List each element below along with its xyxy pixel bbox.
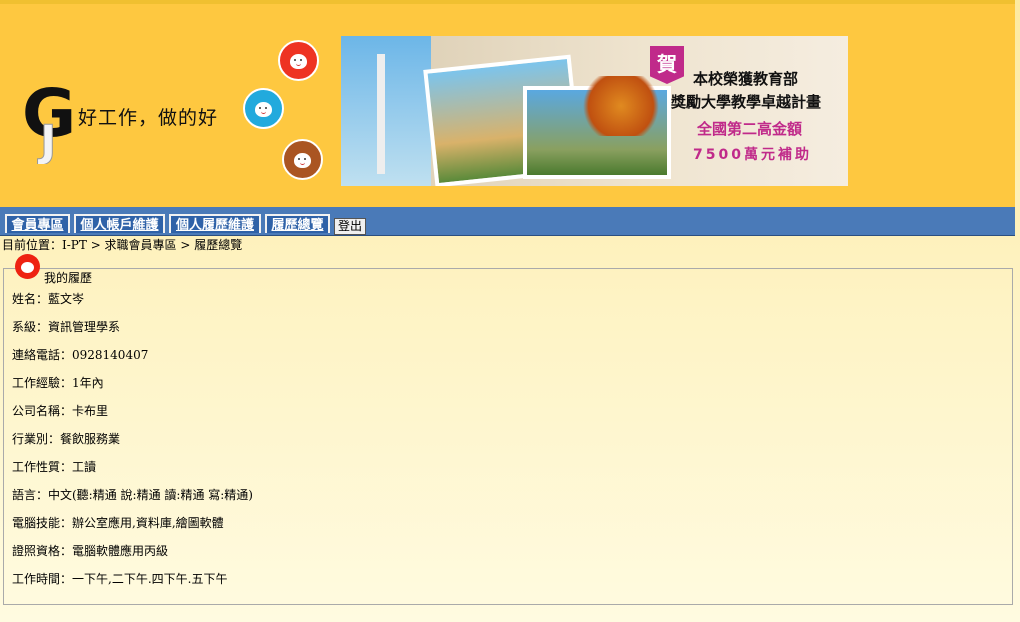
resume-field-job-type: 工作性質：工讀 xyxy=(12,460,97,474)
banner-badge: 賀 xyxy=(650,46,684,84)
resume-field-company: 公司名稱：卡布里 xyxy=(12,404,109,418)
site-logo: G J xyxy=(22,75,76,164)
banner-photo-tower xyxy=(377,54,385,174)
resume-field-work-time: 工作時間：一下午,二下午.四下午.五下午 xyxy=(12,572,228,586)
site-header: G J 好工作，做的好 賀 本校榮獲教育部 獎勵大學教學卓越計畫 全國第二高金額… xyxy=(0,0,1015,207)
resume-field-experience: 工作經驗：1年內 xyxy=(12,376,104,390)
resume-field-industry: 行業別：餐飲服務業 xyxy=(12,432,121,446)
banner-line4: 7500萬元補助 xyxy=(693,147,812,163)
nav-tab-resume-edit[interactable]: 個人履歷維護 xyxy=(169,214,261,233)
nav-tab-resume-overview[interactable]: 履歷總覽 xyxy=(265,214,330,233)
logout-button[interactable]: 登出 xyxy=(334,218,367,235)
nav-tab-account[interactable]: 個人帳戶維護 xyxy=(74,214,165,233)
banner-line3: 全國第二高金額 xyxy=(697,120,803,138)
red-face-icon xyxy=(278,40,319,81)
resume-field-language: 語言：中文(聽:精通 說:精通 讀:精通 寫:精通) xyxy=(12,488,253,502)
banner-line1: 本校榮獲教育部 xyxy=(693,70,799,88)
resume-field-certificates: 證照資格：電腦軟體應用丙級 xyxy=(12,544,169,558)
resume-face-icon xyxy=(15,254,40,279)
blue-face-icon xyxy=(243,88,284,129)
resume-field-department: 系級：資訊管理學系 xyxy=(12,320,121,334)
site-slogan: 好工作，做的好 xyxy=(78,107,219,129)
banner-line2: 獎勵大學教學卓越計畫 xyxy=(671,93,822,111)
resume-field-phone: 連絡電話：0928140407 xyxy=(12,348,149,362)
nav-bar: 會員專區 個人帳戶維護 個人履歷維護 履歷總覽 xyxy=(0,207,1015,236)
nav-tab-member[interactable]: 會員專區 xyxy=(5,214,70,233)
resume-field-computer-skills: 電腦技能：辦公室應用,資料庫,繪圖軟體 xyxy=(12,516,224,530)
resume-field-name: 姓名：藍文岑 xyxy=(12,292,85,306)
brown-face-icon xyxy=(282,139,323,180)
banner-photo-sky xyxy=(341,36,431,186)
svg-text:J: J xyxy=(37,116,56,164)
banner-photo-tree xyxy=(576,76,666,136)
award-banner: 賀 本校榮獲教育部 獎勵大學教學卓越計畫 全國第二高金額 7500萬元補助 xyxy=(341,36,848,186)
resume-title: 我的履歷 xyxy=(44,271,93,285)
breadcrumb: 目前位置：I-PT > 求職會員專區 > 履歷總覽 xyxy=(2,238,243,252)
